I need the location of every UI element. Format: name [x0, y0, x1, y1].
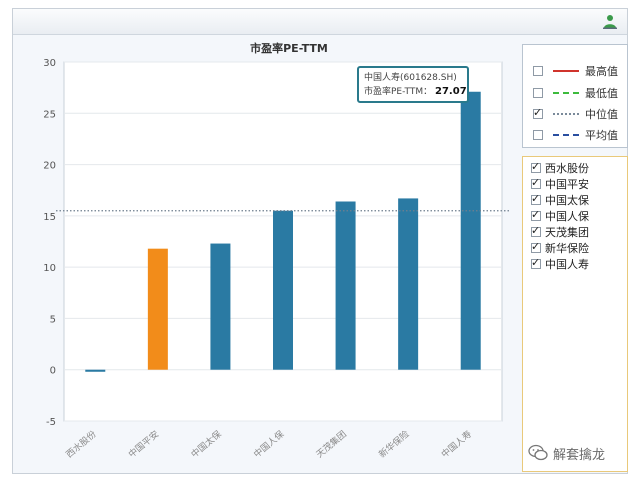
series-item-4[interactable]: 天茂集团: [531, 224, 627, 240]
legend-item-median[interactable]: 中位值: [533, 104, 625, 124]
series-checkbox[interactable]: [531, 256, 541, 269]
series-label: 中国太保: [545, 194, 589, 207]
y-tick-label: -5: [46, 417, 56, 428]
x-tick-label: 中国人保: [251, 428, 286, 460]
legend-checkbox-mean[interactable]: [533, 130, 543, 140]
watermark: 解套擒龙: [528, 442, 628, 464]
x-tick-label: 天茂集团: [314, 428, 349, 460]
series-checkbox[interactable]: [531, 240, 541, 253]
bar: [85, 369, 106, 372]
y-tick-label: 0: [50, 366, 56, 377]
tooltip-label: 市盈率PE-TTM：: [364, 87, 433, 97]
legend-item-mean[interactable]: 平均值: [533, 125, 625, 145]
legend-item-min[interactable]: 最低值: [533, 83, 625, 103]
y-tick-label: 5: [50, 314, 56, 325]
series-item-2[interactable]: 中国太保: [531, 192, 627, 208]
y-tick-label: 10: [43, 263, 56, 274]
bar: [273, 210, 293, 370]
tooltip-value-row: 市盈率PE-TTM： 27.07: [364, 85, 467, 99]
series-checkbox[interactable]: [531, 208, 541, 221]
series-item-5[interactable]: 新华保险: [531, 240, 627, 256]
series-label: 中国平安: [545, 178, 589, 191]
legend-item-max[interactable]: 最高值: [533, 61, 625, 81]
legend-checkbox-min[interactable]: [533, 88, 543, 98]
series-checkbox[interactable]: [531, 224, 541, 237]
legend-checkbox-median[interactable]: [533, 106, 543, 119]
series-label: 新华保险: [545, 242, 589, 255]
legend-label-mean: 平均值: [585, 129, 618, 142]
series-checkbox[interactable]: [531, 192, 541, 205]
y-tick-label: 30: [43, 58, 56, 69]
legend-label-max: 最高值: [585, 65, 618, 78]
legend-line-mean: [553, 134, 579, 136]
x-tick-label: 中国平安: [126, 428, 161, 460]
series-label: 中国人寿: [545, 258, 589, 271]
series-checkbox[interactable]: [531, 176, 541, 189]
series-item-0[interactable]: 西水股份: [531, 160, 627, 176]
series-checkbox[interactable]: [531, 160, 541, 173]
x-tick-label: 新华保险: [376, 428, 411, 460]
tooltip-name: 中国人寿(601628.SH): [364, 73, 457, 83]
reference-line-legend: 最高值 最低值 中位值 平均值: [522, 44, 628, 148]
x-tick-label: 西水股份: [63, 428, 98, 460]
legend-line-min: [553, 92, 579, 94]
y-tick-label: 25: [43, 109, 56, 120]
watermark-text: 解套擒龙: [553, 447, 606, 463]
y-tick-label: 20: [43, 161, 56, 172]
legend-label-median: 中位值: [585, 108, 618, 121]
series-label: 中国人保: [545, 210, 589, 223]
tooltip-value: 27.07: [435, 86, 467, 97]
series-item-1[interactable]: 中国平安: [531, 176, 627, 192]
x-tick-label: 中国太保: [188, 428, 223, 460]
series-label: 天茂集团: [545, 226, 589, 239]
wechat-icon: [528, 444, 548, 461]
series-item-3[interactable]: 中国人保: [531, 208, 627, 224]
x-tick-label: 中国人寿: [439, 428, 474, 460]
legend-line-median: [553, 113, 579, 115]
bar: [147, 248, 168, 370]
legend-label-min: 最低值: [585, 87, 618, 100]
legend-checkbox-max[interactable]: [533, 66, 543, 76]
y-tick-label: 15: [43, 212, 56, 223]
series-filter-panel: 西水股份 中国平安 中国太保 中国人保 天茂集团 新华保险 中国人寿: [522, 156, 628, 472]
bar: [210, 243, 231, 370]
series-label: 西水股份: [545, 162, 589, 175]
legend-line-max: [553, 70, 579, 72]
bar: [460, 91, 481, 370]
bar: [335, 201, 356, 370]
series-item-6[interactable]: 中国人寿: [531, 256, 627, 272]
bar: [398, 198, 419, 370]
bar-tooltip: 中国人寿(601628.SH) 市盈率PE-TTM： 27.07: [357, 66, 469, 103]
chart-title: 市盈率PE-TTM: [250, 41, 328, 55]
user-icon[interactable]: [603, 14, 617, 29]
